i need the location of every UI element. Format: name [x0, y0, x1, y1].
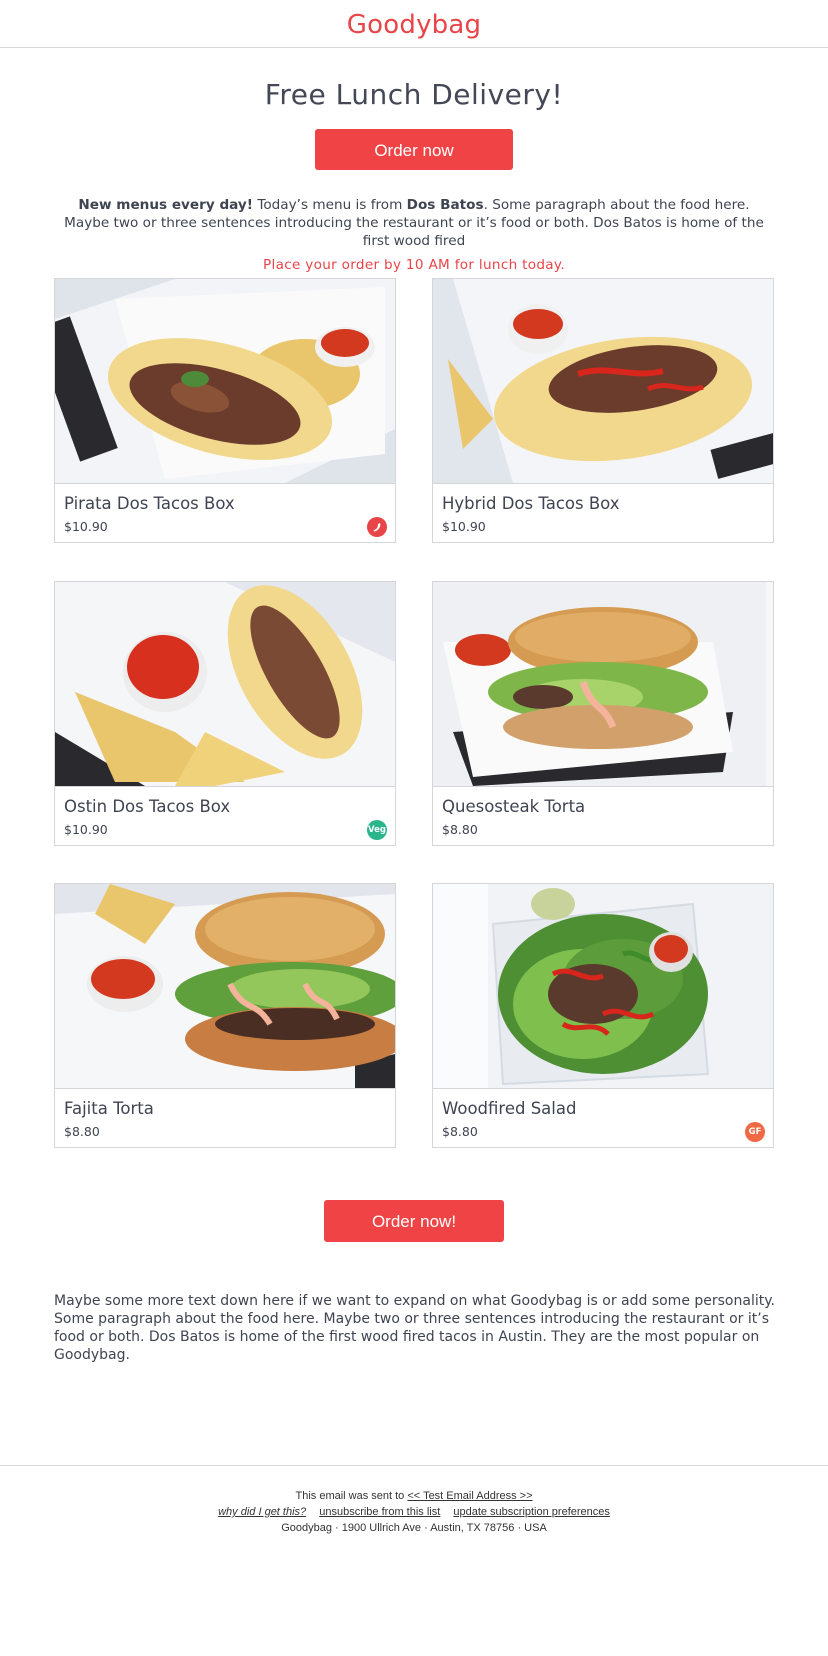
- menu-item-card[interactable]: Hybrid Dos Tacos Box $10.90: [432, 278, 774, 543]
- order-now-bottom-button[interactable]: Order now!: [324, 1200, 504, 1242]
- item-price: $10.90: [64, 519, 108, 534]
- why-did-i-get-this-link[interactable]: why did I get this?: [218, 1506, 306, 1518]
- food-photo[interactable]: [433, 279, 773, 484]
- item-name: Hybrid Dos Tacos Box: [442, 494, 620, 513]
- email-address-link[interactable]: << Test Email Address >>: [407, 1490, 532, 1502]
- item-price: $8.80: [64, 1124, 100, 1139]
- menu-item-card[interactable]: Quesosteak Torta $8.80: [432, 581, 774, 846]
- intro-text: Today’s menu is from: [253, 197, 407, 213]
- footer-links: why did I get this? unsubscribe from thi…: [0, 1504, 828, 1520]
- order-now-button[interactable]: Order now: [315, 129, 513, 170]
- sent-to-text: This email was sent to: [295, 1490, 408, 1502]
- item-name: Woodfired Salad: [442, 1099, 577, 1118]
- gf-icon: GF: [745, 1122, 765, 1142]
- unsubscribe-link[interactable]: unsubscribe from this list: [319, 1506, 440, 1518]
- menu-item-card[interactable]: Ostin Dos Tacos Box $10.90 Veg: [54, 581, 396, 846]
- item-price: $8.80: [442, 1124, 478, 1139]
- food-photo[interactable]: [55, 279, 395, 484]
- mailing-address: Goodybag · 1900 Ullrich Ave · Austin, TX…: [281, 1522, 547, 1534]
- update-preferences-link[interactable]: update subscription preferences: [453, 1506, 610, 1518]
- item-name: Pirata Dos Tacos Box: [64, 494, 235, 513]
- outro-paragraph: Maybe some more text down here if we wan…: [54, 1293, 775, 1363]
- item-name: Ostin Dos Tacos Box: [64, 797, 231, 816]
- item-name: Quesosteak Torta: [442, 797, 586, 816]
- menu-item-card[interactable]: Woodfired Salad $8.80 GF: [432, 883, 774, 1148]
- intro-lead: New menus every day!: [78, 197, 253, 213]
- sent-to-line: This email was sent to << Test Email Add…: [0, 1488, 828, 1504]
- food-photo[interactable]: [55, 884, 395, 1089]
- food-photo[interactable]: [433, 884, 773, 1089]
- food-photo[interactable]: [433, 582, 773, 787]
- page-title: Free Lunch Delivery!: [264, 78, 564, 111]
- veg-icon: Veg: [367, 820, 387, 840]
- item-price: $10.90: [442, 519, 486, 534]
- restaurant-name: Dos Batos: [406, 197, 484, 213]
- email-footer: This email was sent to << Test Email Add…: [0, 1465, 828, 1536]
- goodybag-logo[interactable]: Goodybag: [347, 10, 481, 40]
- item-price: $10.90: [64, 822, 108, 837]
- spicy-icon: [367, 517, 387, 537]
- menu-item-card[interactable]: Fajita Torta $8.80: [54, 883, 396, 1148]
- email-header: Goodybag: [0, 0, 828, 48]
- order-deadline: Place your order by 10 AM for lunch toda…: [263, 257, 565, 273]
- intro-paragraph: New menus every day! Today’s menu is fro…: [54, 196, 774, 250]
- menu-item-card[interactable]: Pirata Dos Tacos Box $10.90: [54, 278, 396, 543]
- item-name: Fajita Torta: [64, 1099, 154, 1118]
- food-photo[interactable]: [55, 582, 395, 787]
- item-price: $8.80: [442, 822, 478, 837]
